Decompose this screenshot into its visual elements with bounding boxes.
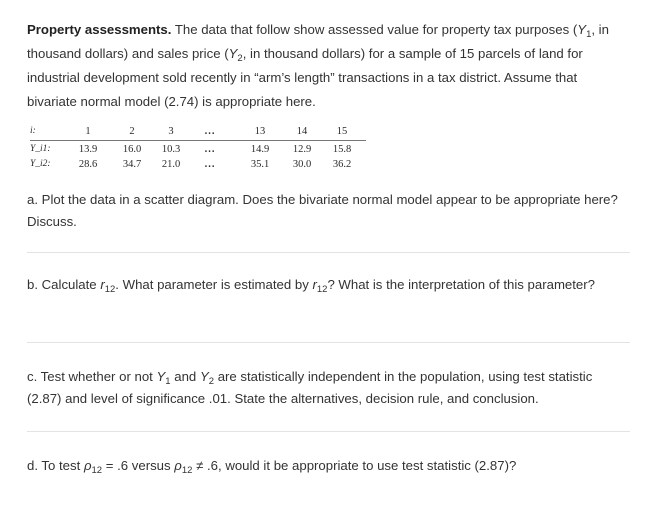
question-d: d. To test ρ12 = .6 versus ρ12 ≠ .6, wou…: [27, 458, 517, 476]
table-cell: 10.3: [161, 144, 181, 155]
table-cell: 2: [129, 126, 135, 137]
question-page: Property assessments. The data that foll…: [0, 0, 653, 505]
table-cell: 14.9: [250, 144, 270, 155]
table-cell: 28.6: [78, 159, 98, 170]
table-cell: 36.2: [332, 159, 352, 170]
table-cell: 30.0: [292, 159, 312, 170]
table-cell: 35.1: [250, 159, 270, 170]
table-row-y2: Y_i2: 28.6 34.7 21.0 ... 35.1 30.0 36.2: [30, 159, 366, 174]
row-label-i: i:: [30, 126, 36, 136]
question-c: c. Test whether or not Y1 and Y2 are sta…: [27, 369, 593, 406]
table-cell: 21.0: [161, 159, 181, 170]
problem-title: Property assessments.: [27, 22, 172, 37]
row-label-y2: Y_i2:: [30, 159, 51, 169]
question-b: b. Calculate r12. What parameter is esti…: [27, 277, 595, 295]
table-cell: 13: [254, 126, 266, 137]
table-header-row: i: 1 2 3 ... 13 14 15: [30, 126, 366, 141]
divider: [27, 431, 630, 432]
table-ellipsis: ...: [204, 159, 216, 170]
divider: [27, 252, 630, 253]
row-label-y1: Y_i1:: [30, 144, 51, 154]
table-ellipsis: ...: [204, 126, 216, 137]
table-ellipsis: ...: [204, 144, 216, 155]
table-row-y1: Y_i1: 13.9 16.0 10.3 ... 14.9 12.9 15.8: [30, 144, 366, 159]
table-cell: 15: [336, 126, 348, 137]
table-cell: 3: [168, 126, 174, 137]
problem-statement: Property assessments. The data that foll…: [27, 22, 609, 109]
table-cell: 16.0: [122, 144, 142, 155]
question-a: a. Plot the data in a scatter diagram. D…: [27, 192, 618, 229]
table-cell: 13.9: [78, 144, 98, 155]
table-cell: 34.7: [122, 159, 142, 170]
table-cell: 1: [85, 126, 91, 137]
table-cell: 14: [296, 126, 308, 137]
divider: [27, 342, 630, 343]
table-cell: 15.8: [332, 144, 352, 155]
table-cell: 12.9: [292, 144, 312, 155]
data-table: i: 1 2 3 ... 13 14 15 Y_i1: 13.9 16.0 10…: [30, 126, 366, 174]
